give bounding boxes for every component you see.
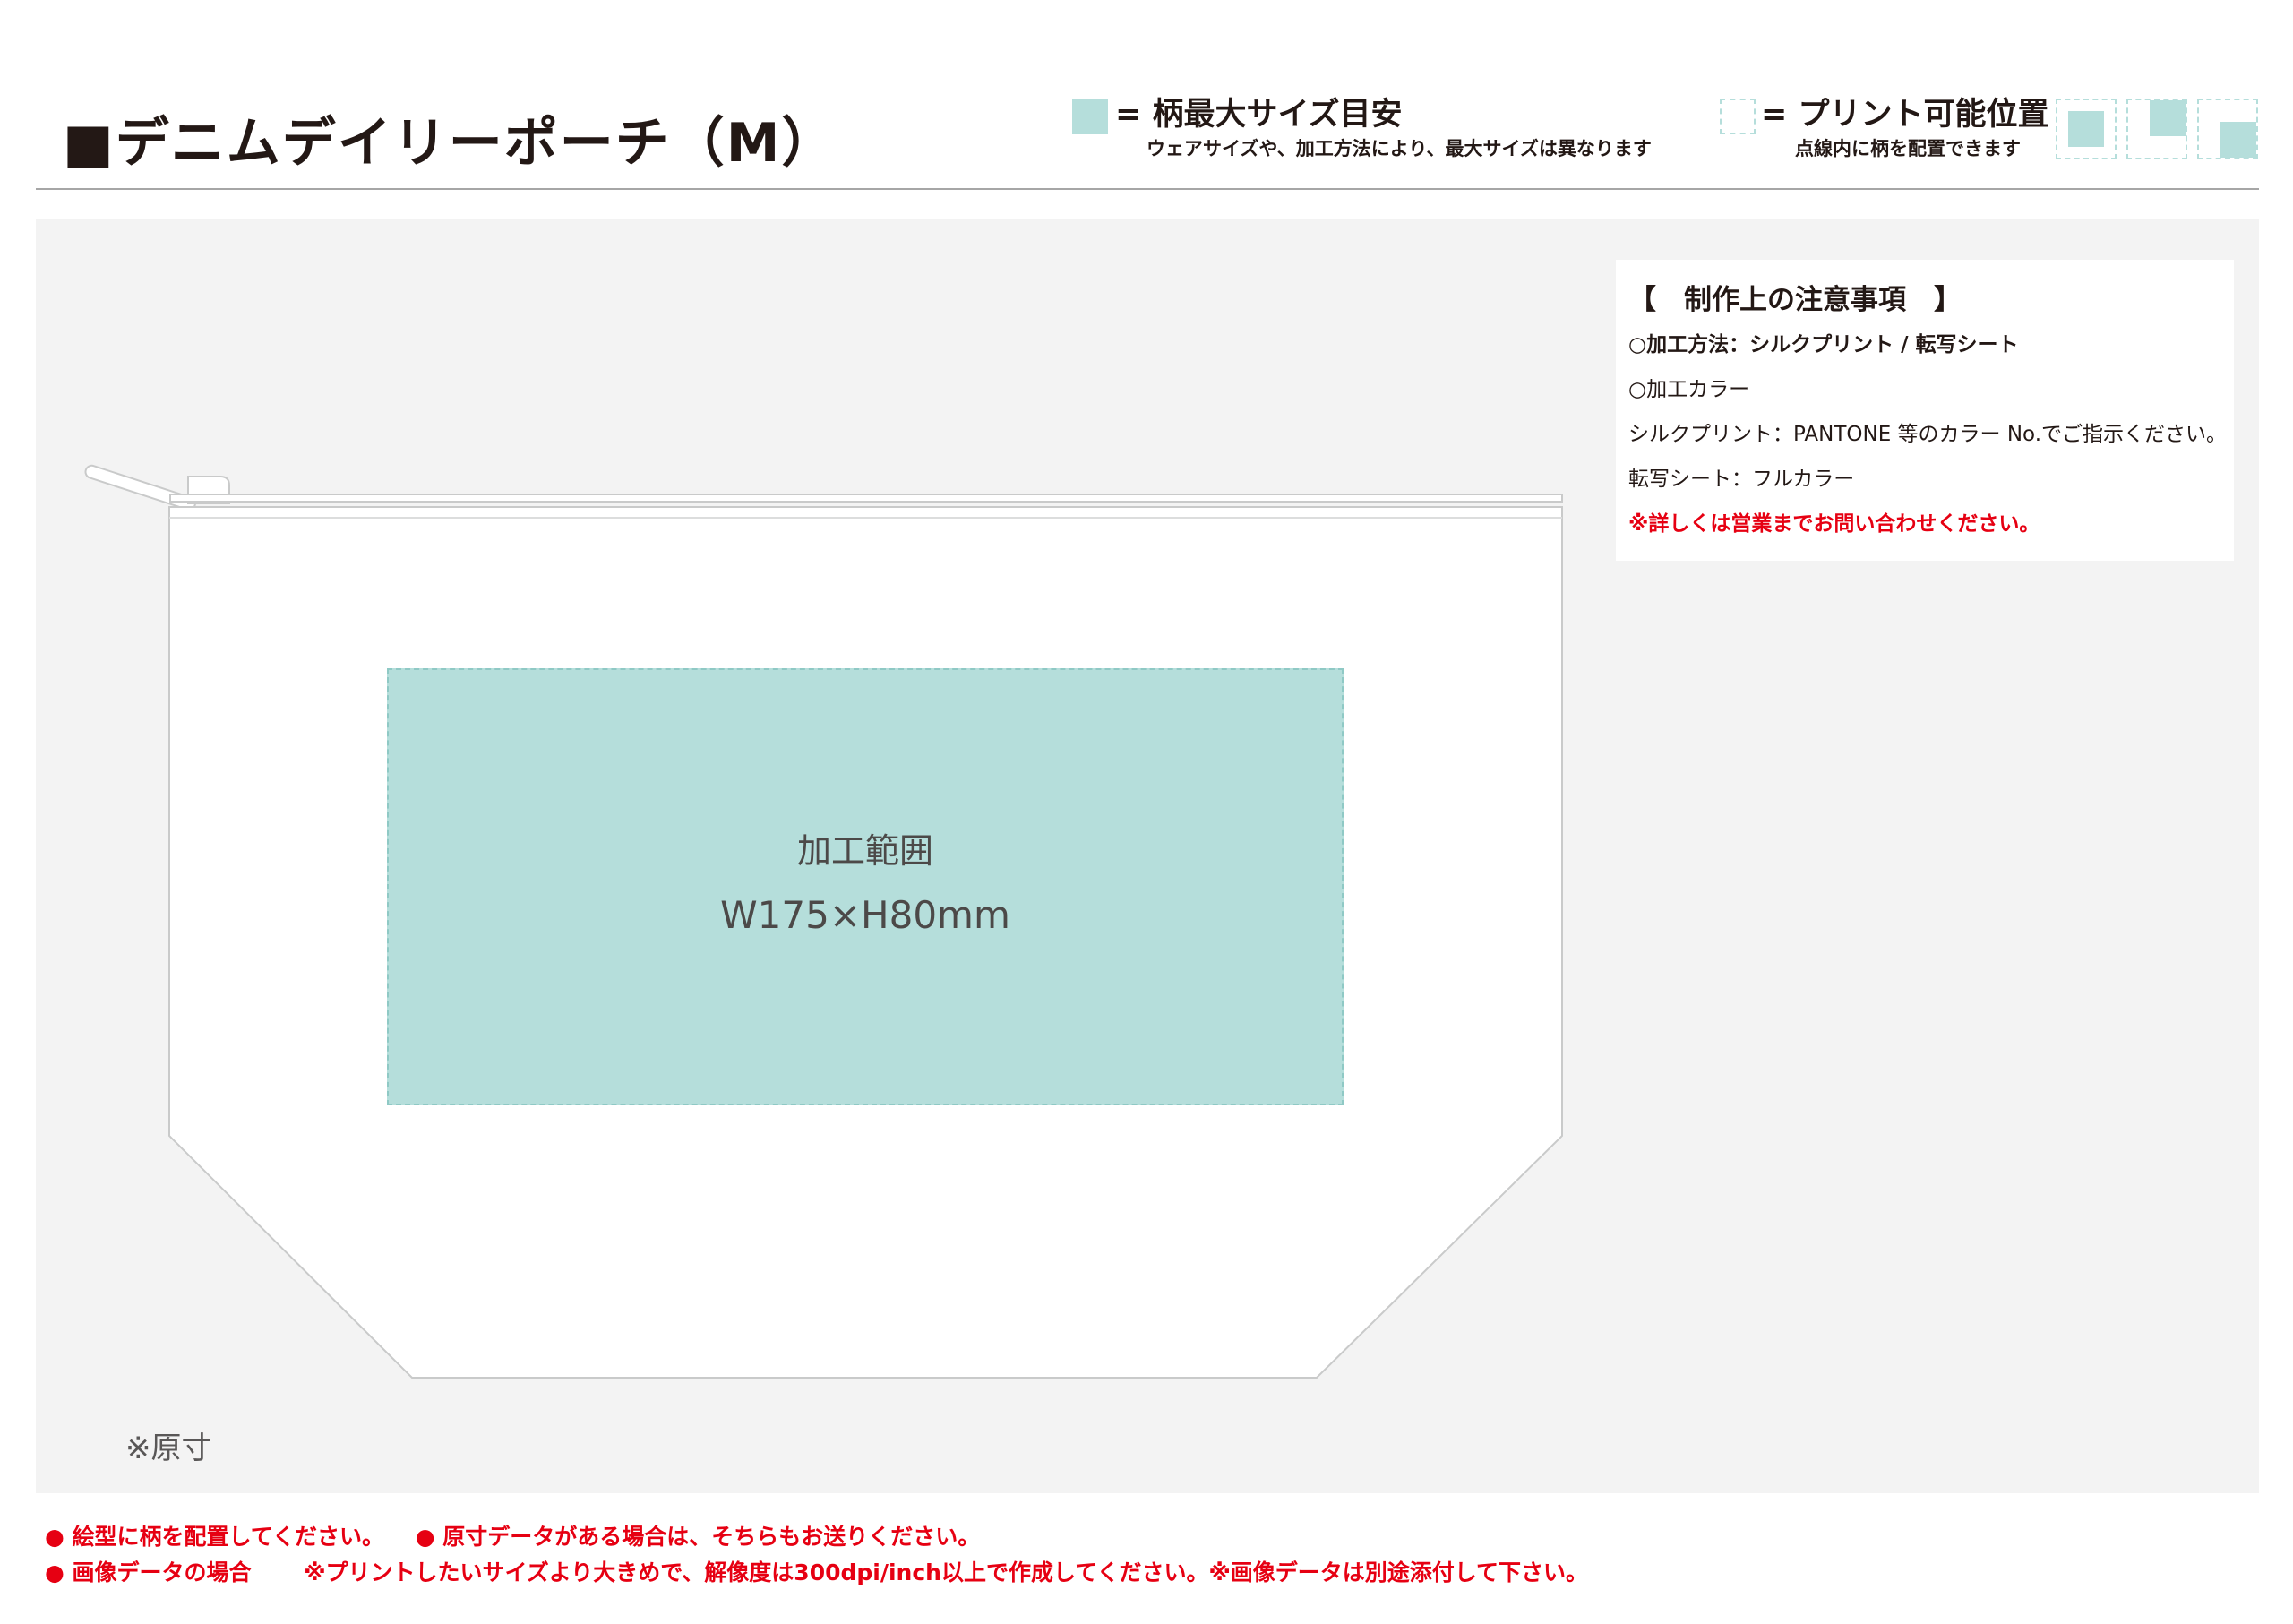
zipper-pull-icon <box>84 464 230 511</box>
notes-title: 【 制作上の注意事項 】 <box>1628 284 1962 316</box>
note-silk-print: シルクプリント：PANTONE 等のカラー No.でご指示ください。 <box>1628 423 2228 446</box>
footer-line-1: ● 絵型に柄を配置してください。 ● 原寸データがある場合は、そちらもお送りくだ… <box>45 1521 980 1553</box>
zipper-tape <box>169 494 1563 503</box>
print-area-dimensions: W175×H80mm <box>720 893 1010 937</box>
footer-place-design: ● 絵型に柄を配置してください。 <box>45 1524 385 1550</box>
note-color-heading: ○加工カラー <box>1628 378 1750 401</box>
footer-image-data: ● 画像データの場合 <box>45 1560 252 1585</box>
note-transfer-sheet: 転写シート：フルカラー <box>1628 468 1855 491</box>
note-contact: ※詳しくは営業までお問い合わせください。 <box>1628 512 2040 536</box>
footer-line-2: ● 画像データの場合 ※プリントしたいサイズより大きめで、解像度は300dpi/… <box>45 1557 1588 1589</box>
footer-resolution-note: ※プリントしたいサイズより大きめで、解像度は300dpi/inch以上で作成して… <box>304 1560 1589 1585</box>
print-area: 加工範囲 W175×H80mm <box>387 668 1344 1105</box>
print-area-label: 加工範囲 <box>796 831 933 871</box>
production-notes-panel: 【 制作上の注意事項 】 ○加工方法：シルクプリント / 転写シート ○加工カラ… <box>1616 260 2234 561</box>
footer-send-original: ● 原寸データがある場合は、そちらもお送りください。 <box>415 1524 981 1550</box>
note-method: ○加工方法：シルクプリント / 転写シート <box>1628 333 2019 357</box>
scale-note: ※原寸 <box>125 1431 212 1466</box>
